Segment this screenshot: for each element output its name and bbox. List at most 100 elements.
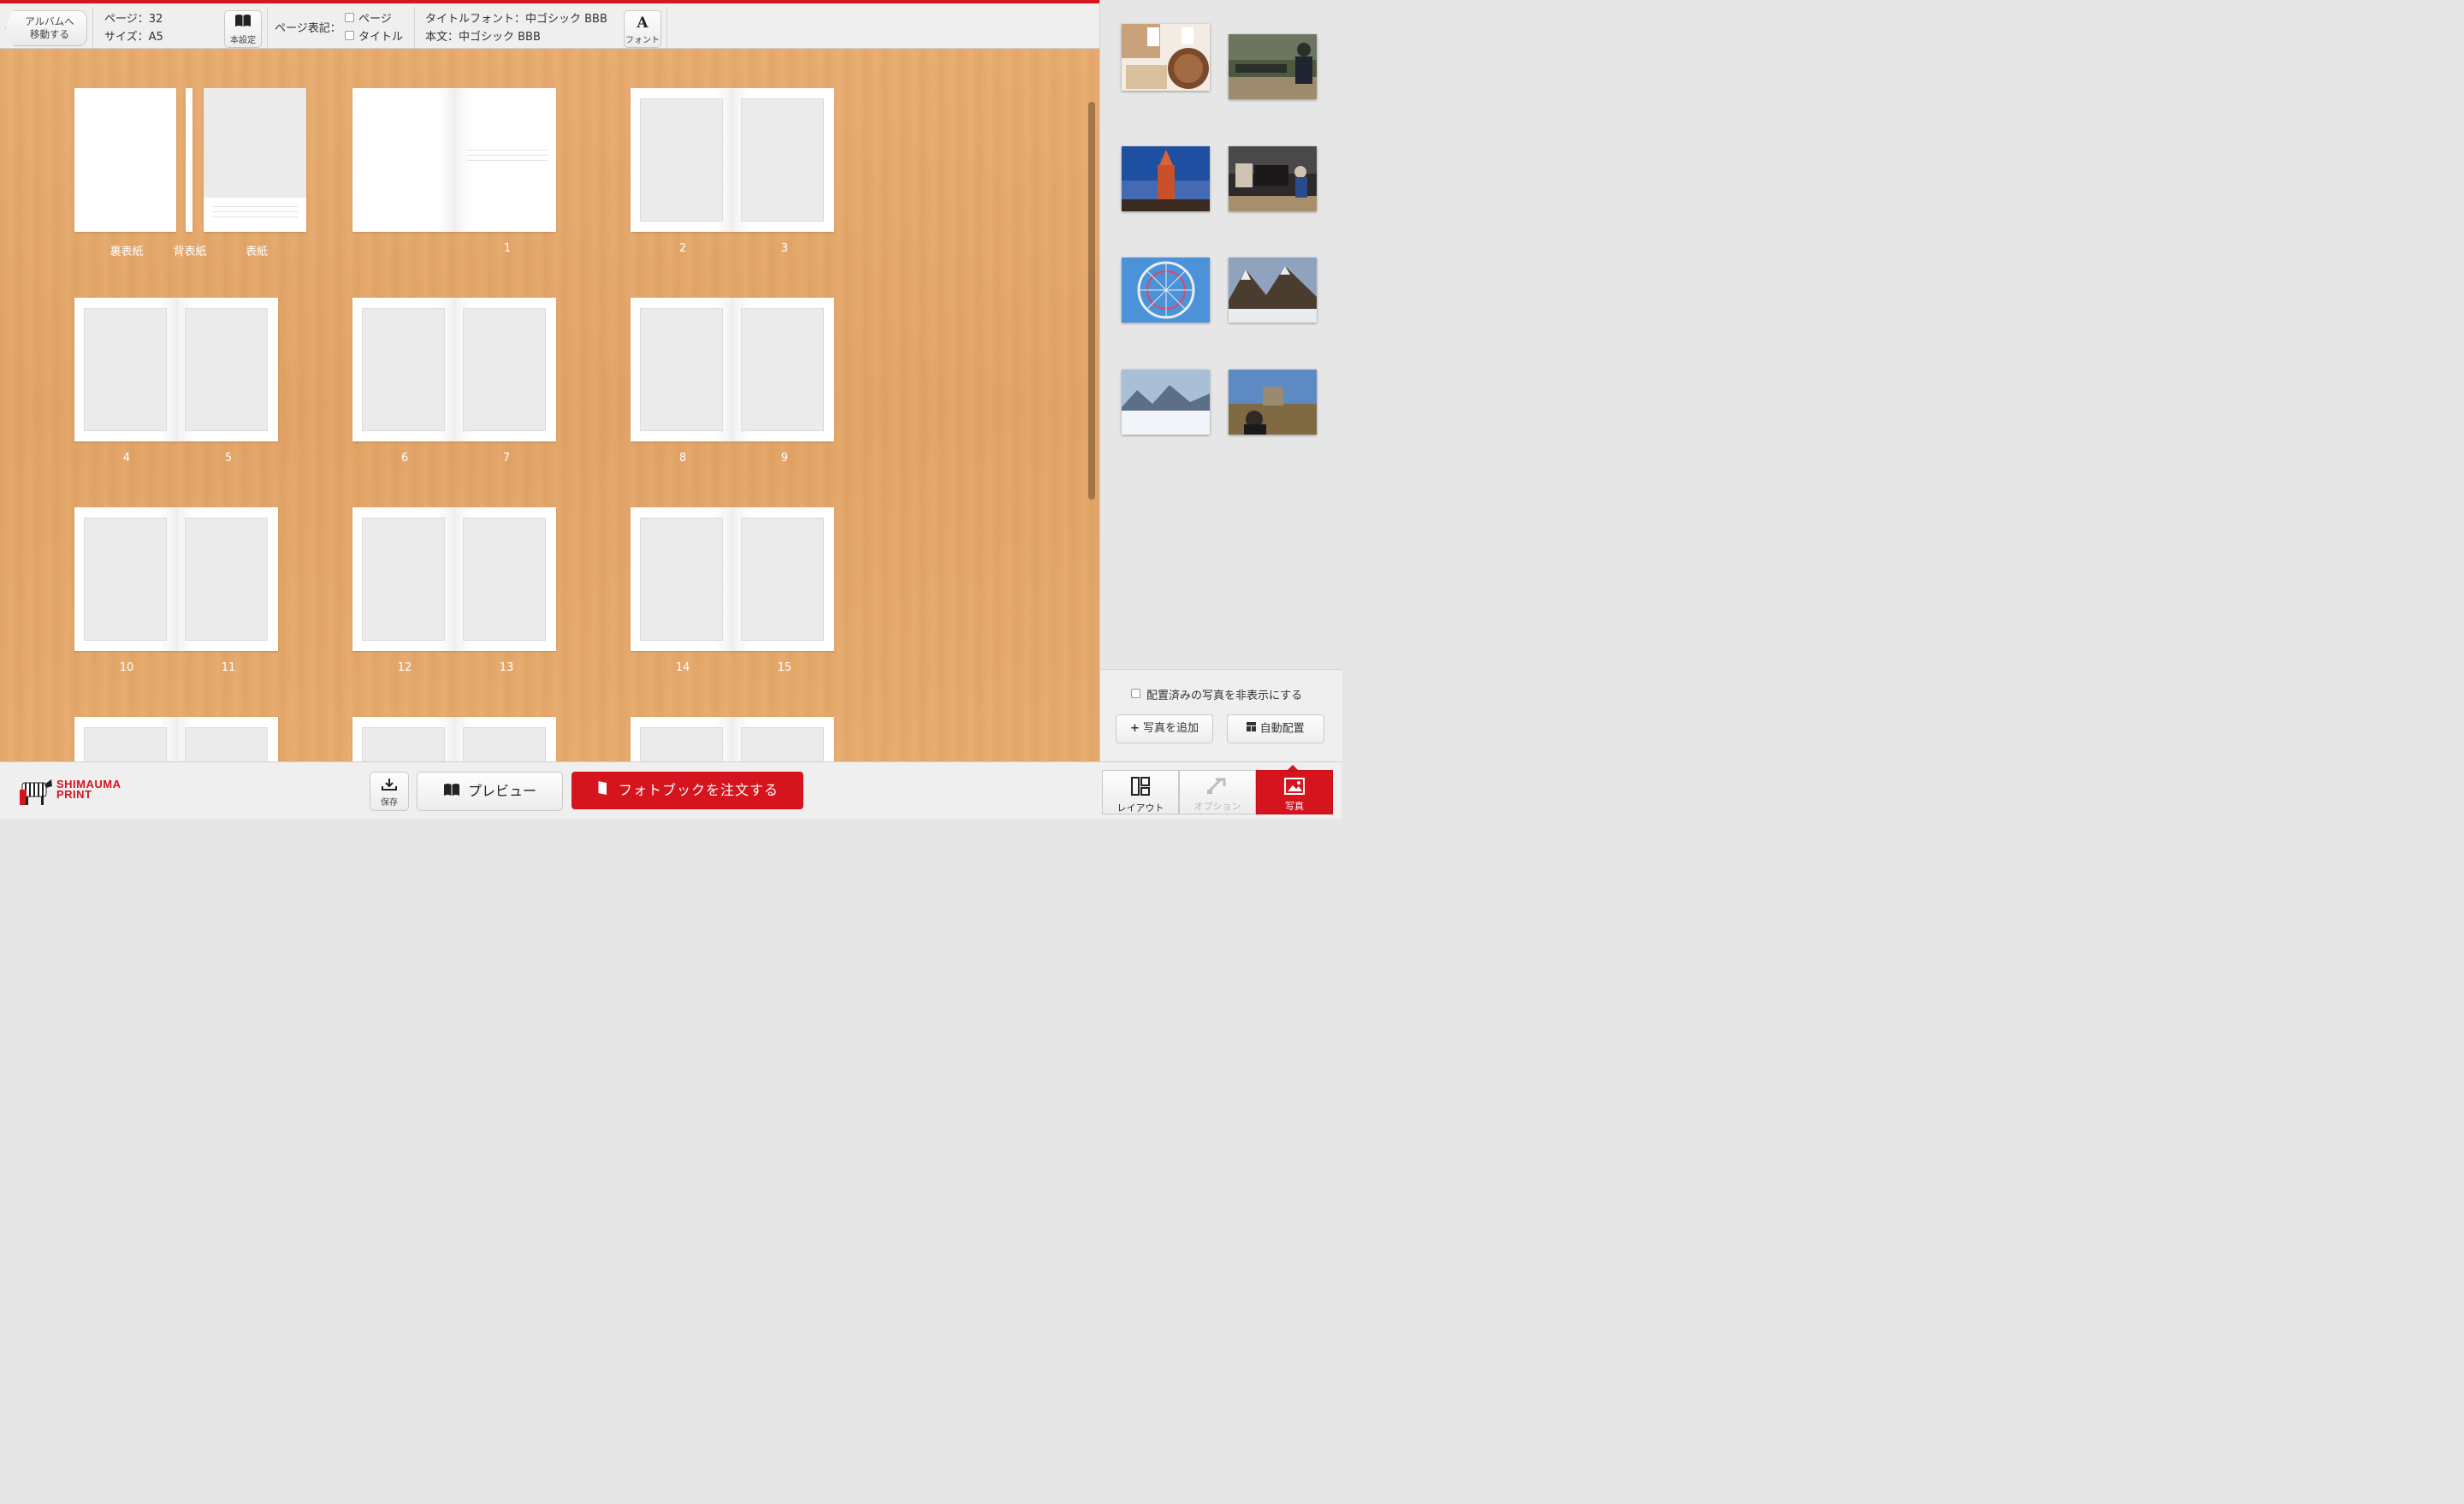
cover-title-line [212, 206, 298, 207]
page-number-checkbox-label: ページ [358, 13, 392, 26]
photo-placeholder[interactable] [362, 727, 445, 761]
photo-horse-carriage [1229, 146, 1317, 211]
back-cover[interactable] [74, 88, 176, 232]
book-settings-label: 本設定 [230, 36, 256, 45]
photo-thumbnail[interactable] [1122, 24, 1210, 91]
back-to-album-button[interactable]: アルバムへ 移動する [5, 10, 87, 46]
option-mode-button[interactable]: オプション [1179, 770, 1256, 814]
title-checkbox[interactable] [345, 31, 354, 40]
back-button-line1: アルバムへ [25, 15, 74, 27]
photo-placeholder[interactable] [640, 727, 723, 761]
photo-red-tower [1122, 146, 1210, 211]
photo-placeholder[interactable] [84, 308, 167, 431]
page-count-text: ページ：32 [104, 13, 163, 26]
toolbar-divider [92, 7, 93, 49]
spread-page-8-9[interactable] [631, 298, 834, 441]
hide-placed-checkbox[interactable] [1131, 689, 1140, 698]
page-number: 15 [777, 661, 792, 674]
photo-placeholder[interactable] [640, 518, 723, 641]
photo-placeholder[interactable] [741, 98, 824, 222]
spread-page-10-11[interactable] [74, 507, 278, 651]
photo-panel-footer: 配置済みの写真を非表示にする + 写真を追加 自動配置 [1100, 669, 1342, 761]
font-button[interactable]: A フォント [624, 10, 661, 48]
photo-ferris-wheel [1122, 258, 1210, 323]
front-cover-label: 表紙 [245, 246, 268, 258]
title-line [467, 160, 548, 161]
photo-thumbnail[interactable] [1122, 370, 1210, 435]
title-font-text: タイトルフォント：中ゴシック BBB [425, 13, 607, 26]
spread-page-14-15[interactable] [631, 507, 834, 651]
spread-page-4-5[interactable] [74, 298, 278, 441]
photo-placeholder[interactable] [84, 518, 167, 641]
page-number: 14 [675, 661, 690, 674]
spread-page-18-19[interactable] [352, 717, 556, 761]
spread-page-6-7[interactable] [352, 298, 556, 441]
preview-button[interactable]: プレビュー [417, 772, 563, 811]
page-number-checkbox[interactable] [345, 13, 354, 22]
photo-placeholder[interactable] [362, 518, 445, 641]
layout-mode-button[interactable]: レイアウト [1102, 770, 1179, 814]
back-button-line2: 移動する [30, 28, 69, 40]
spread-page-20-21[interactable] [631, 717, 834, 761]
layout-mode-label: レイアウト [1116, 802, 1164, 814]
add-photos-label: 写真を追加 [1143, 722, 1199, 735]
page-number: 1 [503, 242, 512, 255]
order-photobook-button[interactable]: フォトブックを注文する [572, 772, 803, 809]
page-notation-label: ページ表記： [275, 22, 341, 35]
photo-placeholder[interactable] [362, 308, 445, 431]
photo-mode-button[interactable]: 写真 [1256, 770, 1333, 814]
photo-thumbnail[interactable] [1122, 258, 1210, 323]
photo-thumbnail[interactable] [1229, 146, 1317, 211]
spread-page-1[interactable] [352, 88, 556, 232]
spine[interactable] [186, 88, 192, 232]
photo-placeholder[interactable] [463, 308, 546, 431]
add-photos-button[interactable]: + 写真を追加 [1116, 714, 1213, 743]
photo-placeholder[interactable] [741, 308, 824, 431]
tools-icon [1180, 776, 1255, 798]
photo-placeholder[interactable] [463, 518, 546, 641]
download-icon [370, 778, 408, 795]
photo-placeholder[interactable] [185, 308, 268, 431]
spread-page-16-17[interactable] [74, 717, 278, 761]
cover-title-line [212, 211, 298, 212]
title-line [467, 150, 548, 151]
photo-placeholder[interactable] [185, 727, 268, 761]
save-label: 保存 [381, 798, 398, 808]
title-line [467, 155, 548, 156]
front-cover[interactable] [204, 88, 306, 232]
layout-icon [1103, 776, 1178, 800]
page-number: 3 [780, 242, 789, 255]
spread-page-2-3[interactable] [631, 88, 834, 232]
front-cover-photo-placeholder [204, 88, 306, 198]
book-settings-button[interactable]: 本設定 [224, 10, 262, 48]
photo-thumbnail[interactable] [1122, 146, 1210, 211]
photo-placeholder[interactable] [185, 518, 268, 641]
font-icon: A [637, 15, 649, 32]
toolbar-divider [414, 7, 415, 49]
page-number: 10 [119, 661, 134, 674]
page-number: 2 [678, 242, 687, 255]
photo-thumbnail[interactable] [1229, 34, 1317, 99]
photo-placeholder[interactable] [640, 98, 723, 222]
photo-thumbnail[interactable] [1229, 258, 1317, 323]
auto-layout-icon [1247, 715, 1257, 743]
spread-page-12-13[interactable] [352, 507, 556, 651]
auto-place-button[interactable]: 自動配置 [1227, 714, 1324, 743]
order-label: フォトブックを注文する [619, 782, 779, 798]
book-icon [225, 14, 261, 33]
photo-thumbnail[interactable] [1229, 370, 1317, 435]
photo-panel: 配置済みの写真を非表示にする + 写真を追加 自動配置 [1099, 0, 1342, 761]
bottom-bar: SHIMAUMA PRINT 保存 プレビュー フォトブックを注文する レイアウ… [0, 761, 1342, 819]
save-button[interactable]: 保存 [370, 772, 409, 811]
shimauma-logo: SHIMAUMA PRINT [17, 776, 137, 807]
photo-placeholder[interactable] [463, 727, 546, 761]
page-number: 5 [224, 452, 233, 465]
photo-placeholder[interactable] [640, 308, 723, 431]
canvas-scrollbar[interactable] [1088, 102, 1095, 500]
photo-placeholder[interactable] [741, 727, 824, 761]
photo-placeholder[interactable] [741, 518, 824, 641]
page-number: 11 [221, 661, 236, 674]
photo-placeholder[interactable] [84, 727, 167, 761]
logo-line2: PRINT [56, 788, 92, 801]
page-number: 8 [678, 452, 687, 465]
